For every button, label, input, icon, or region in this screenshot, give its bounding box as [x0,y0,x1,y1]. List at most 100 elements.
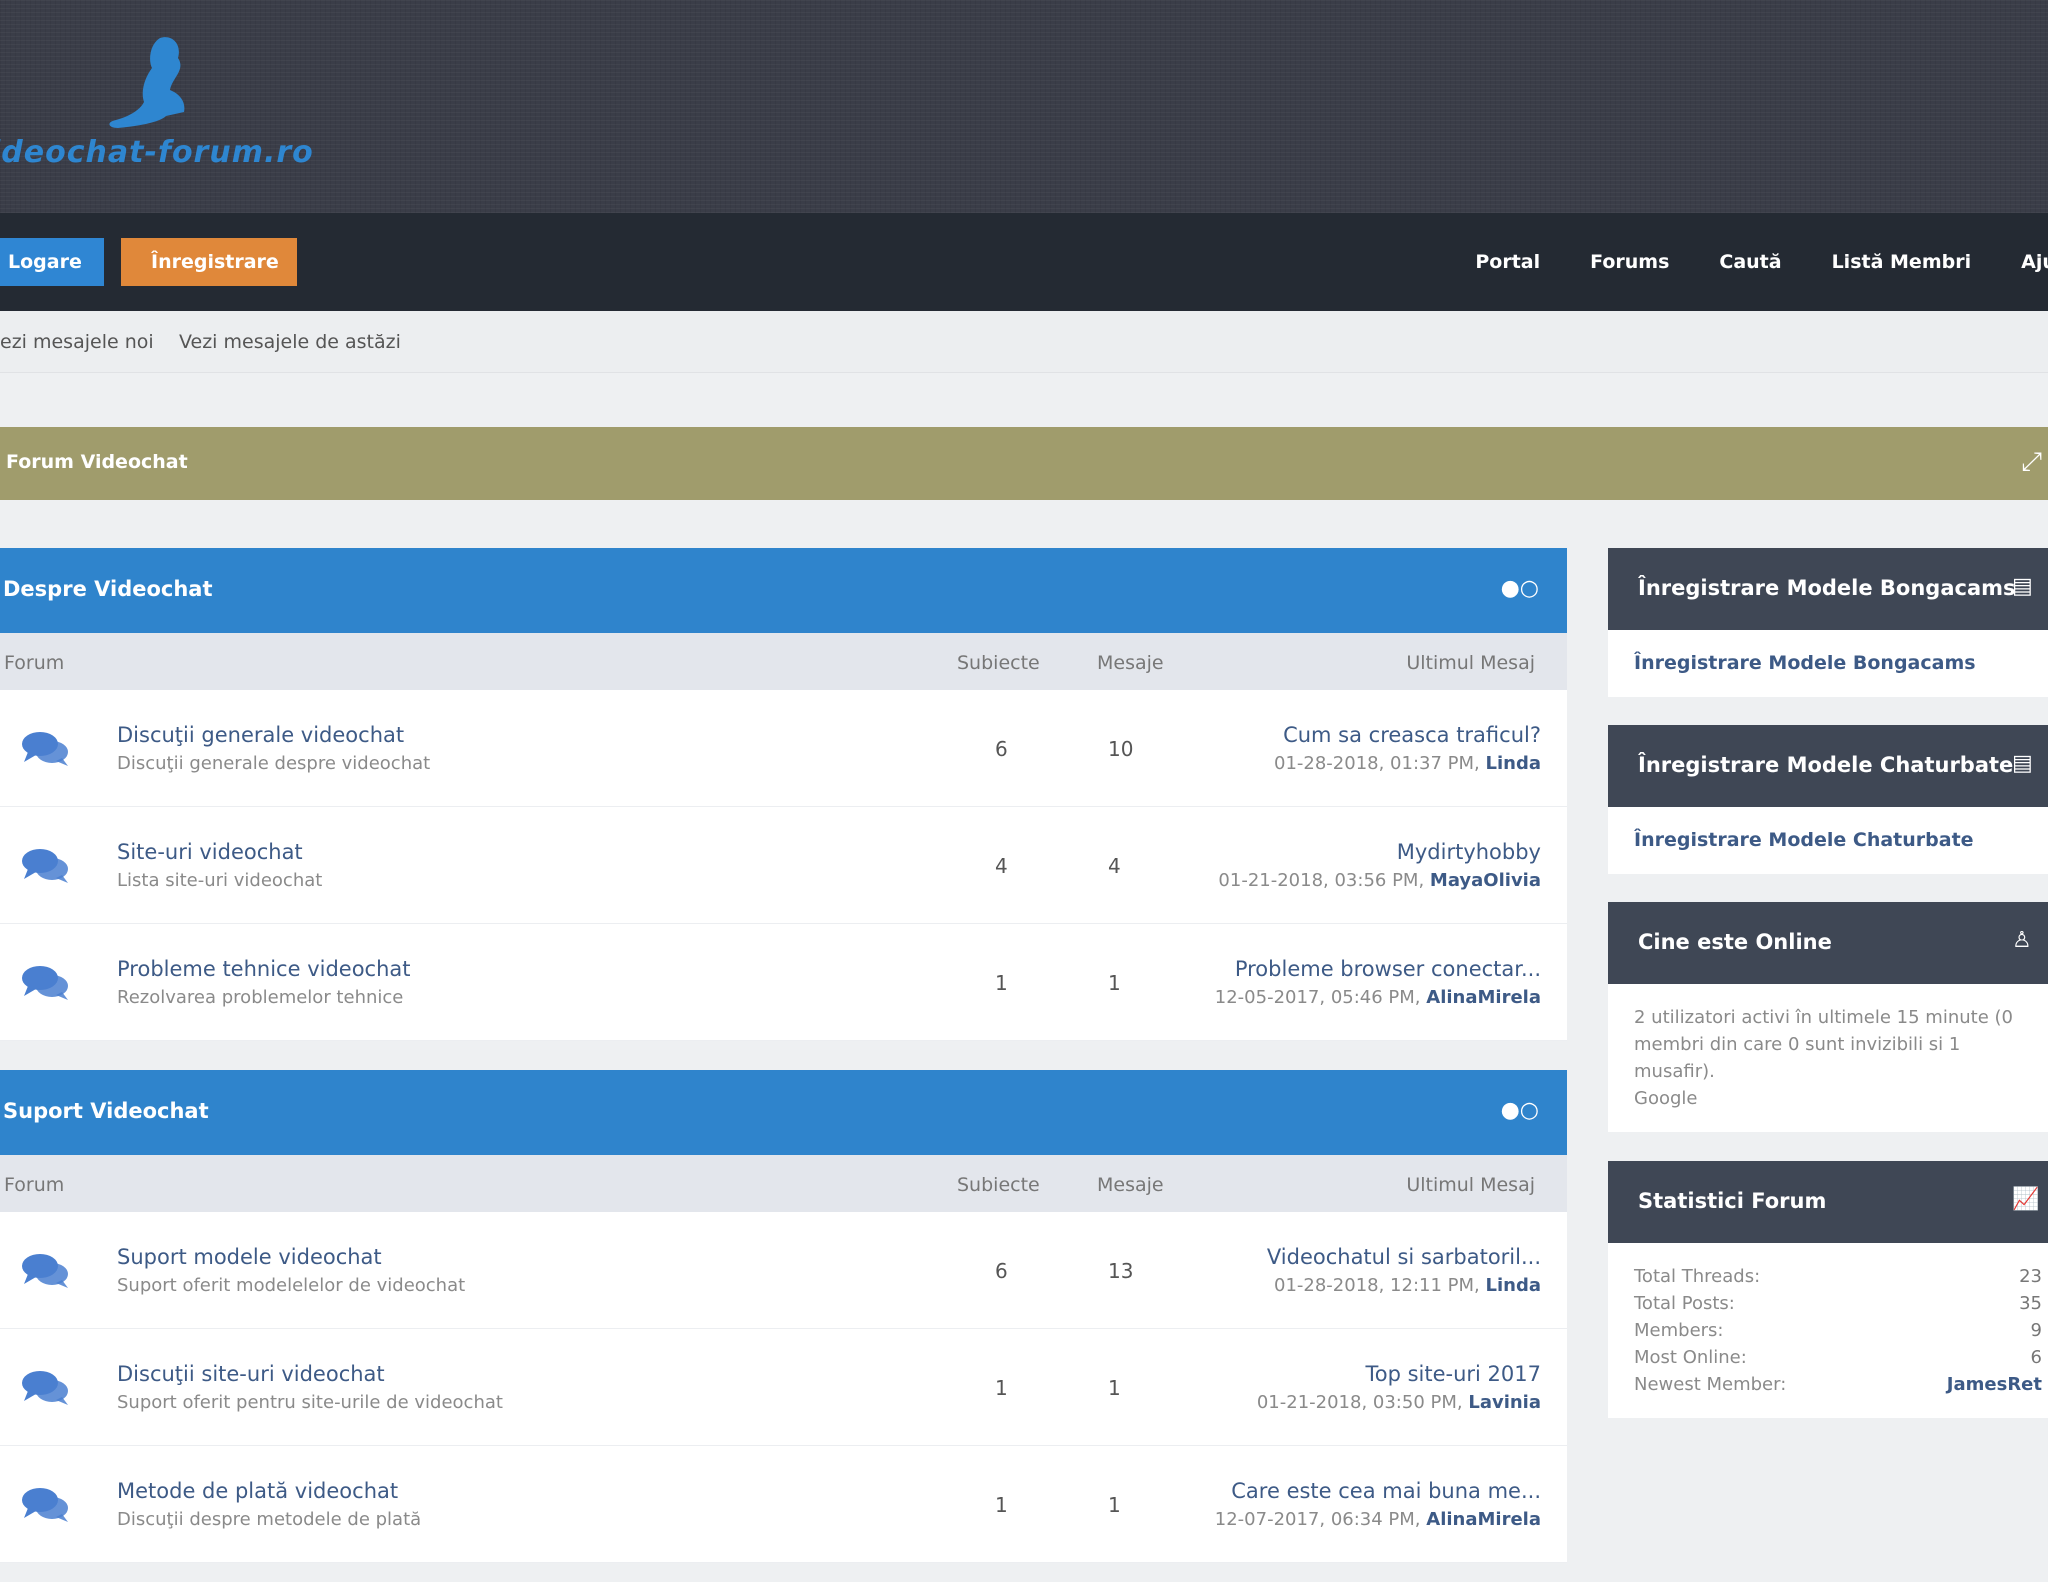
register-button[interactable]: Înregistrare [121,238,297,286]
last-post-title[interactable]: Cum sa creasca traficul? [1283,723,1541,747]
last-post-user[interactable]: Linda [1486,1275,1542,1296]
post-count: 10 [1108,737,1134,761]
category-title[interactable]: Suport Videochat [3,1099,209,1123]
column-headers: Forum Subiecte Mesaje Ultimul Mesaj [0,1155,1567,1212]
online-text: 2 utilizatori activi în ultimele 15 minu… [1634,1007,2013,1082]
category-header: Despre Videochat ●○ [0,548,1567,633]
stat-label: Total Threads: [1634,1266,1761,1287]
last-post-title[interactable]: Top site-uri 2017 [1365,1362,1541,1386]
stat-row: Members: 9 [1634,1317,2042,1344]
stat-value: 23 [2019,1266,2042,1287]
stat-value: 9 [2030,1320,2042,1341]
forum-chat-icon [22,732,68,766]
thread-count: 4 [995,854,1008,878]
stat-row: Most Online: 6 [1634,1344,2042,1371]
nav-portal[interactable]: Portal [1475,238,1540,286]
thread-count: 6 [995,1259,1008,1283]
chaturbate-register-link[interactable]: Înregistrare Modele Chaturbate [1634,829,1974,851]
col-forum: Forum [4,1174,65,1196]
last-post-user[interactable]: MayaOlivia [1430,870,1541,891]
col-forum: Forum [4,652,65,674]
logo-figure-icon [109,37,185,128]
stat-label: Most Online: [1634,1347,1747,1368]
last-post-date: 01-28-2018, 12:11 PM, [1274,1275,1480,1296]
forum-banner: Forum Videochat ⤢ [0,427,2048,500]
sidebar-body: Total Threads: 23 Total Posts: 35 Members:… [1608,1243,2048,1418]
forum-chat-icon [22,1254,68,1288]
last-post-user[interactable]: AlinaMirela [1426,987,1541,1008]
stat-row: Total Posts: 35 [1634,1290,2042,1317]
forum-name[interactable]: Probleme tehnice videochat [117,957,411,981]
last-post-title[interactable]: Probleme browser conectar... [1235,957,1541,981]
post-count: 4 [1108,854,1121,878]
last-post-date: 12-05-2017, 05:46 PM, [1214,987,1421,1008]
category-title[interactable]: Despre Videochat [3,577,213,601]
forum-row: Probleme tehnice videochat Rezolvarea pr… [0,924,1567,1041]
logo-text[interactable]: ideochat-forum.ro [0,135,314,170]
bongacams-register-link[interactable]: Înregistrare Modele Bongacams [1634,652,1976,674]
stat-value: 6 [2030,1347,2042,1368]
col-threads: Subiecte [957,652,1040,674]
forum-name[interactable]: Discuţii generale videochat [117,723,404,747]
toggle-icon[interactable]: ●○ [1501,1098,1539,1123]
sidebar-header: Înregistrare Modele Chaturbate ▤ [1608,725,2048,807]
col-last-post: Ultimul Mesaj [1406,652,1535,674]
forum-row: Discuţii generale videochat Discuţii gen… [0,690,1567,807]
last-post-user[interactable]: Lavinia [1468,1392,1541,1413]
stat-value: 35 [2019,1293,2042,1314]
nav-search[interactable]: Caută [1719,238,1781,286]
col-posts: Mesaje [1097,652,1164,674]
col-last-post: Ultimul Mesaj [1406,1174,1535,1196]
site-header: ideochat-forum.ro [0,0,2048,213]
thread-count: 1 [995,971,1008,995]
newest-member-link[interactable]: JamesRet [1947,1371,2042,1398]
id-card-icon: ▤ [2012,574,2033,599]
last-post-title[interactable]: Mydirtyhobby [1397,840,1541,864]
last-post-title[interactable]: Videochatul si sarbatoril... [1267,1245,1541,1269]
col-threads: Subiecte [957,1174,1040,1196]
sidebar-header: Înregistrare Modele Bongacams ▤ [1608,548,2048,630]
nav-help[interactable]: Ajuto [2021,238,2048,286]
nav-forums[interactable]: Forums [1590,238,1669,286]
forum-name[interactable]: Metode de plată videochat [117,1479,398,1503]
last-post-date: 01-21-2018, 03:50 PM, [1256,1392,1463,1413]
forum-description: Discuţii generale despre videochat [117,753,431,774]
sidebar-stats: Statistici Forum 📈 Total Threads: 23 Tota… [1608,1161,2048,1418]
category-suport-videochat: Suport Videochat ●○ Forum Subiecte Mesaj… [0,1070,1567,1563]
forum-description: Suport oferit modelelelor de videochat [117,1275,466,1296]
main-navbar: Logare Înregistrare Portal Forums Caută … [0,213,2048,311]
view-new-posts-link[interactable]: ezi mesajele noi [0,331,154,353]
last-post-user[interactable]: Linda [1486,753,1542,774]
view-today-posts-link[interactable]: Vezi mesajele de astăzi [179,331,401,353]
stat-label: Members: [1634,1320,1724,1341]
stat-row: Total Threads: 23 [1634,1263,2042,1290]
thread-count: 1 [995,1493,1008,1517]
sidebar-title: Statistici Forum [1638,1189,1827,1213]
sidebar-title: Cine este Online [1638,930,1832,954]
forum-row: Discuţii site-uri videochat Suport oferi… [0,1329,1567,1446]
forum-name[interactable]: Discuţii site-uri videochat [117,1362,385,1386]
toggle-icon[interactable]: ●○ [1501,576,1539,601]
forum-name[interactable]: Suport modele videochat [117,1245,382,1269]
stat-label: Total Posts: [1634,1293,1735,1314]
last-post-date: 12-07-2017, 06:34 PM, [1214,1509,1421,1530]
last-post-info: 01-28-2018, 01:37 PM, Linda [1274,753,1541,774]
forum-row: Metode de plată videochat Discuţii despr… [0,1446,1567,1563]
nav-links: Portal Forums Caută Listă Membri Ajuto [1425,238,2048,286]
last-post-user[interactable]: AlinaMirela [1426,1509,1541,1530]
nav-member-list[interactable]: Listă Membri [1832,238,1972,286]
forum-chat-icon [22,966,68,1000]
forum-chat-icon [22,1371,68,1405]
category-despre-videochat: Despre Videochat ●○ Forum Subiecte Mesaj… [0,548,1567,1041]
sidebar-online: Cine este Online ♙ 2 utilizatori activi … [1608,902,2048,1132]
forum-chat-icon [22,849,68,883]
last-post-date: 01-28-2018, 01:37 PM, [1274,753,1480,774]
post-count: 1 [1108,1493,1121,1517]
login-button[interactable]: Logare [0,238,104,286]
last-post-title[interactable]: Care este cea mai buna me... [1231,1479,1541,1503]
forum-row: Site-uri videochat Lista site-uri videoc… [0,807,1567,924]
stat-row: Newest Member: JamesRet [1634,1371,2042,1398]
sidebar-header: Cine este Online ♙ [1608,902,2048,984]
expand-collapse-icon[interactable]: ⤢ [2021,447,2042,478]
forum-name[interactable]: Site-uri videochat [117,840,303,864]
